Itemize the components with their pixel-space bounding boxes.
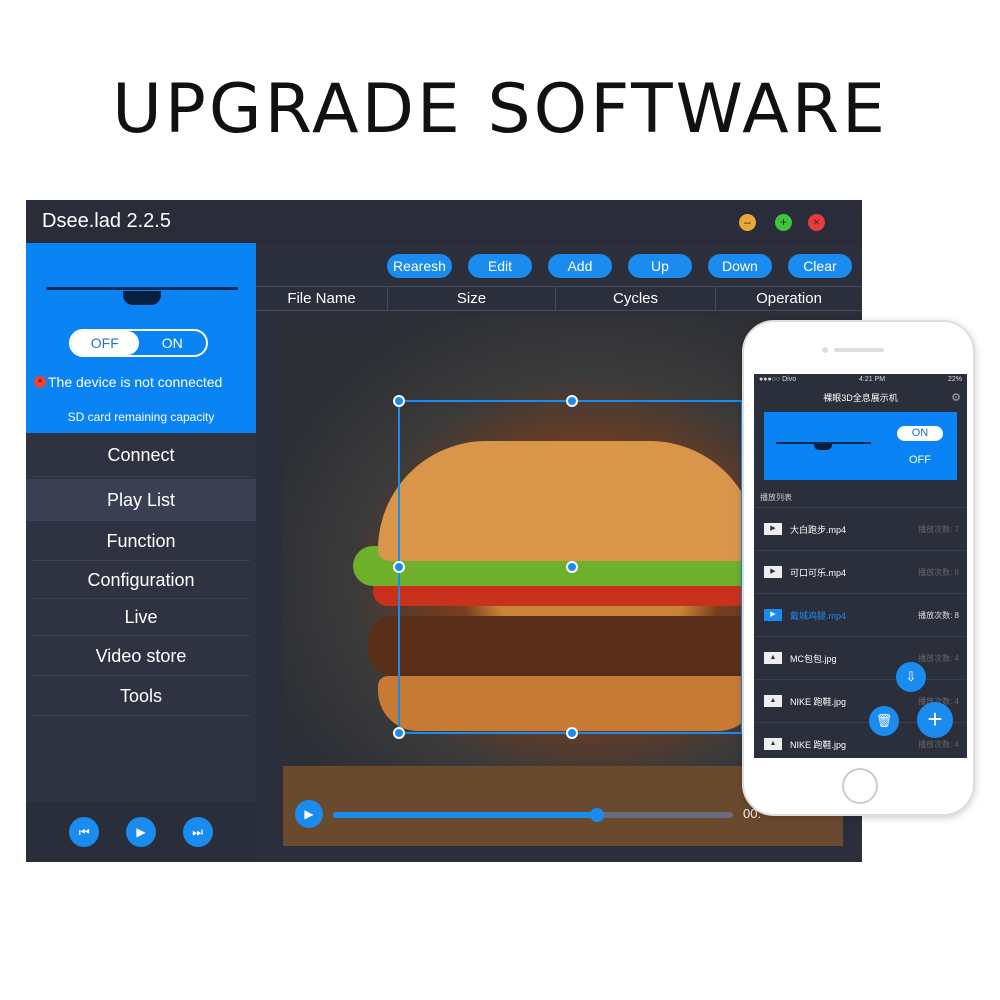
up-button[interactable]: Up (627, 254, 692, 278)
device-panel: OFF ON × The device is not connected SD c… (26, 243, 256, 433)
video-icon: ▶ (764, 609, 782, 621)
phone-toggle-off[interactable]: OFF (909, 454, 931, 466)
down-button[interactable]: Down (707, 254, 772, 278)
clock: 4:21 PM (859, 376, 886, 383)
gear-icon[interactable]: ⚙ (951, 388, 961, 408)
table-header: File Name Size Cycles Operation (256, 286, 862, 311)
sidebar: OFF ON × The device is not connected SD c… (26, 243, 256, 862)
delete-icon[interactable]: 🗑 (869, 706, 899, 736)
toggle-off[interactable]: OFF (71, 331, 139, 355)
nav-play-list[interactable]: Play List (26, 479, 256, 521)
item-name: NIKE 跑鞋.jpg (790, 696, 847, 707)
nav-menu: Connect Play List Function Configuration… (26, 433, 256, 716)
seek-bar[interactable] (333, 808, 733, 822)
playlist-item[interactable]: ▶ 可口可乐.mp4 播放次数: 8 (754, 550, 967, 593)
fan-hub (123, 291, 161, 305)
nav-tools[interactable]: Tools (32, 676, 250, 716)
minimize-icon[interactable]: – (739, 214, 756, 231)
status-text: The device is not connected (48, 374, 223, 390)
playlist-item[interactable]: ▶ 大白跑步.mp4 播放次数: 7 (754, 507, 967, 550)
phone-device-card: ON OFF (764, 412, 957, 480)
edit-button[interactable]: Edit (467, 254, 532, 278)
error-icon: × (34, 376, 46, 388)
carrier: ●●●○○ Divo (759, 376, 797, 383)
col-operation[interactable]: Operation (716, 287, 862, 310)
phone-screen: ●●●○○ Divo 4:21 PM 22% 裸眼3D全息展示机 ⚙ ON OFF 播… (754, 374, 967, 758)
clear-button[interactable]: Clear (787, 254, 852, 278)
col-cycles[interactable]: Cycles (556, 287, 716, 310)
item-name: 可口可乐.mp4 (790, 567, 847, 578)
playlist-item[interactable]: ▶ 戴城鸡腿.mp4 播放次数: 8 (754, 593, 967, 636)
camera (822, 347, 828, 353)
image-icon: ▲ (764, 652, 782, 664)
toolbar: Rearesh Edit Add Up Down Clear (387, 254, 852, 278)
phone-toggle-on[interactable]: ON (897, 426, 943, 441)
toggle-on[interactable]: ON (139, 331, 207, 355)
hologram-fan-image (46, 287, 238, 290)
video-icon: ▶ (764, 523, 782, 535)
add-button[interactable]: Add (547, 254, 612, 278)
connection-status: × The device is not connected (34, 374, 222, 390)
selection-box[interactable] (393, 395, 743, 739)
seek-fill (333, 812, 597, 818)
speaker (834, 348, 884, 352)
previous-icon[interactable]: ⏮ (69, 817, 100, 847)
play-count: 播放次数: 8 (918, 610, 959, 620)
nav-function[interactable]: Function (32, 521, 250, 561)
resize-handle[interactable] (393, 727, 405, 739)
item-name: 大白跑步.mp4 (790, 524, 847, 535)
headline: UPGRADE SOFTWARE (112, 70, 888, 149)
nav-video-store[interactable]: Video store (32, 636, 250, 676)
nav-connect[interactable]: Connect (32, 433, 250, 477)
playlist-label: 播放列表 (760, 493, 792, 502)
phone-mockup: ●●●○○ Divo 4:21 PM 22% 裸眼3D全息展示机 ⚙ ON OFF 播… (742, 320, 975, 816)
col-size[interactable]: Size (388, 287, 556, 310)
play-icon[interactable]: ▶ (295, 800, 323, 828)
add-icon[interactable]: + (917, 702, 953, 738)
item-name: MC包包.jpg (790, 653, 837, 664)
sd-capacity-label: SD card remaining capacity (67, 410, 215, 424)
image-icon: ▲ (764, 695, 782, 707)
play-count: 播放次数: 4 (918, 653, 959, 663)
image-icon: ▲ (764, 738, 782, 750)
play-count: 播放次数: 7 (918, 524, 959, 534)
item-name: 戴城鸡腿.mp4 (790, 610, 847, 621)
transport-controls: ⏮ ▶ ⏭ (26, 802, 256, 862)
nav-configuration[interactable]: Configuration (32, 561, 250, 599)
item-name: NIKE 跑鞋.jpg (790, 739, 847, 750)
resize-handle[interactable] (566, 395, 578, 407)
video-icon: ▶ (764, 566, 782, 578)
col-file-name[interactable]: File Name (256, 287, 388, 310)
fan-hub (814, 444, 832, 450)
home-button[interactable] (842, 768, 878, 804)
title-bar: Dsee.lad 2.2.5 (26, 200, 862, 243)
resize-handle[interactable] (393, 561, 405, 573)
battery: 22% (947, 376, 962, 383)
app-window: Dsee.lad 2.2.5 – + × OFF ON × The device … (26, 200, 862, 862)
playlist-item[interactable]: ▲ MC包包.jpg 播放次数: 4 (754, 636, 967, 679)
play-icon[interactable]: ▶ (125, 817, 156, 847)
play-count: 播放次数: 4 (918, 739, 959, 749)
power-toggle[interactable]: OFF ON (69, 329, 208, 357)
status-bar: ●●●○○ Divo 4:21 PM 22% (754, 374, 967, 388)
nav-live[interactable]: Live (32, 599, 250, 636)
next-icon[interactable]: ⏭ (182, 817, 213, 847)
resize-handle[interactable] (393, 395, 405, 407)
phone-title-text: 裸眼3D全息展示机 (823, 393, 898, 403)
refresh-button[interactable]: Rearesh (387, 254, 452, 278)
phone-title: 裸眼3D全息展示机 ⚙ (754, 388, 967, 408)
play-count: 播放次数: 8 (918, 567, 959, 577)
resize-handle[interactable] (566, 561, 578, 573)
maximize-icon[interactable]: + (775, 214, 792, 231)
resize-handle[interactable] (566, 727, 578, 739)
app-title: Dsee.lad 2.2.5 (42, 210, 171, 232)
download-icon[interactable]: ⇩ (896, 662, 926, 692)
seek-handle[interactable] (590, 808, 604, 822)
close-icon[interactable]: × (808, 214, 825, 231)
